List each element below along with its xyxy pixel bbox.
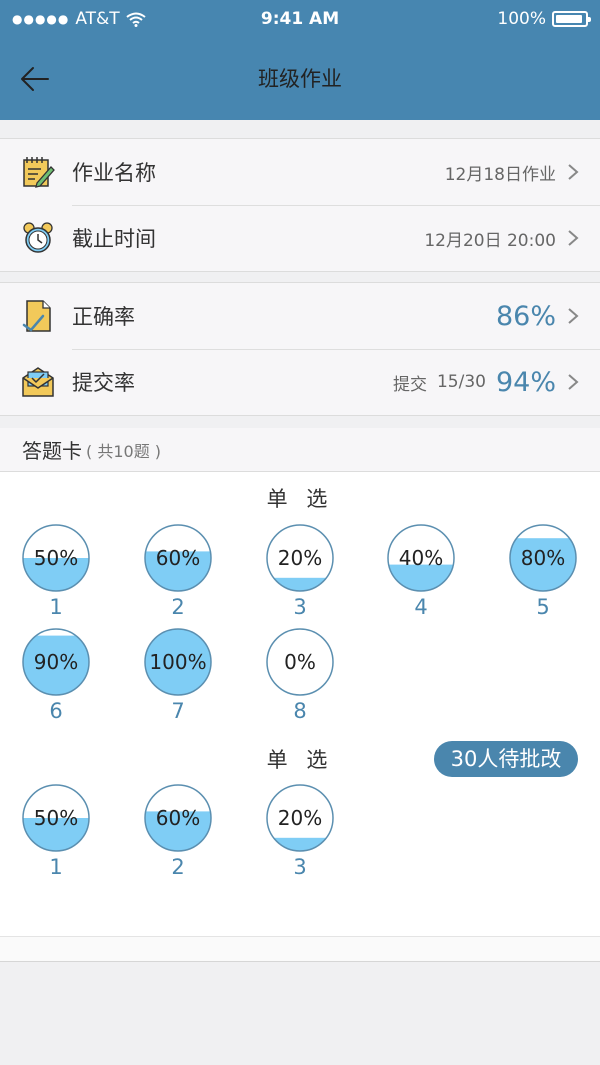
question-percent: 50% bbox=[34, 546, 78, 570]
info-section: 作业名称 12月18日作业 截止时间 12月20日 20:00 bbox=[0, 138, 600, 272]
question-percent: 60% bbox=[156, 546, 200, 570]
question-percent: 90% bbox=[34, 650, 78, 674]
row-label-deadline: 截止时间 bbox=[72, 227, 156, 251]
question-item[interactable]: 0% 8 bbox=[265, 627, 335, 723]
row-right-submission: 提交 15/30 94% bbox=[393, 349, 580, 415]
question-progress-circle: 100% bbox=[144, 628, 212, 696]
question-item[interactable]: 50% 1 bbox=[21, 783, 91, 879]
question-number: 1 bbox=[49, 855, 63, 879]
row-homework-name[interactable]: 作业名称 12月18日作业 bbox=[0, 139, 600, 205]
deadline-value: 12月20日 20:00 bbox=[424, 230, 556, 251]
stat-section: 正确率 86% 提交率 提交 15/30 94% bbox=[0, 282, 600, 416]
chevron-right-icon bbox=[568, 230, 579, 246]
row-label-homework-name: 作业名称 bbox=[72, 161, 156, 185]
chevron-right-icon bbox=[568, 374, 579, 390]
question-progress-circle: 20% bbox=[266, 784, 334, 852]
question-item[interactable]: 40% 4 bbox=[386, 523, 456, 619]
question-progress-circle: 60% bbox=[144, 784, 212, 852]
question-percent: 100% bbox=[149, 650, 206, 674]
row-right-accuracy: 86% bbox=[496, 283, 580, 349]
question-item[interactable]: 80% 5 bbox=[508, 523, 578, 619]
answer-card-count: ( 共10题 ) bbox=[86, 441, 162, 461]
question-item[interactable]: 20% 3 bbox=[265, 523, 335, 619]
row-label-accuracy: 正确率 bbox=[72, 305, 135, 329]
answer-card-header: 答题卡 ( 共10题 ) bbox=[0, 428, 600, 472]
row-right-deadline: 12月20日 20:00 bbox=[424, 205, 580, 271]
question-number: 3 bbox=[293, 855, 307, 879]
chevron-right-icon bbox=[568, 308, 579, 324]
submission-rate: 94% bbox=[495, 366, 556, 398]
pending-review-badge[interactable]: 30人待批改 bbox=[434, 741, 578, 777]
battery-icon bbox=[552, 11, 591, 27]
question-number: 1 bbox=[49, 595, 63, 619]
question-percent: 0% bbox=[284, 650, 316, 674]
page-title: 班级作业 bbox=[258, 67, 342, 91]
question-percent: 40% bbox=[399, 546, 443, 570]
group-title-1: 单 选 bbox=[266, 487, 334, 511]
row-submission[interactable]: 提交率 提交 15/30 94% bbox=[0, 349, 600, 415]
notepad-icon bbox=[20, 154, 56, 190]
envelope-icon bbox=[20, 364, 56, 400]
question-percent: 60% bbox=[156, 806, 200, 830]
question-item[interactable]: 60% 2 bbox=[143, 783, 213, 879]
question-number: 8 bbox=[293, 699, 307, 723]
question-progress-circle: 60% bbox=[144, 524, 212, 592]
question-progress-circle: 0% bbox=[266, 628, 334, 696]
question-item[interactable]: 50% 1 bbox=[21, 523, 91, 619]
nav-header: ●●●●● AT&T 9:41 AM 100% 班级作业 bbox=[0, 0, 600, 120]
question-number: 5 bbox=[536, 595, 550, 619]
question-fill bbox=[267, 837, 333, 851]
question-number: 3 bbox=[293, 595, 307, 619]
question-item[interactable]: 20% 3 bbox=[265, 783, 335, 879]
question-percent: 20% bbox=[278, 806, 322, 830]
question-progress-circle: 80% bbox=[509, 524, 577, 592]
question-number: 6 bbox=[49, 699, 63, 723]
question-item[interactable]: 100% 7 bbox=[143, 627, 213, 723]
question-progress-circle: 20% bbox=[266, 524, 334, 592]
chevron-right-icon bbox=[568, 164, 579, 180]
question-progress-circle: 90% bbox=[22, 628, 90, 696]
homework-name-value: 12月18日作业 bbox=[444, 164, 556, 185]
question-fill bbox=[267, 577, 333, 591]
document-check-icon bbox=[20, 298, 56, 334]
row-right-homework-name: 12月18日作业 bbox=[445, 139, 580, 205]
question-percent: 80% bbox=[521, 546, 565, 570]
question-item[interactable]: 90% 6 bbox=[21, 627, 91, 723]
submission-count: 15/30 bbox=[436, 372, 486, 392]
submission-prefix: 提交 bbox=[392, 374, 427, 395]
row-label-submission: 提交率 bbox=[72, 371, 135, 395]
answer-card-title: 答题卡 bbox=[22, 439, 82, 463]
battery-percent: 100% bbox=[497, 9, 546, 29]
accuracy-value: 86% bbox=[495, 300, 556, 332]
question-number: 4 bbox=[414, 595, 428, 619]
question-percent: 50% bbox=[34, 806, 78, 830]
status-bar: ●●●●● AT&T 9:41 AM 100% bbox=[0, 0, 600, 38]
question-number: 2 bbox=[171, 855, 185, 879]
row-deadline[interactable]: 截止时间 12月20日 20:00 bbox=[0, 205, 600, 271]
status-right: 100% bbox=[497, 9, 591, 29]
question-percent: 20% bbox=[278, 546, 322, 570]
question-progress-circle: 50% bbox=[22, 784, 90, 852]
card-bottom-divider bbox=[0, 936, 600, 962]
question-progress-circle: 50% bbox=[22, 524, 90, 592]
question-item[interactable]: 60% 2 bbox=[143, 523, 213, 619]
alarm-clock-icon bbox=[20, 220, 56, 256]
question-number: 7 bbox=[171, 699, 185, 723]
question-progress-circle: 40% bbox=[387, 524, 455, 592]
row-accuracy[interactable]: 正确率 86% bbox=[0, 283, 600, 349]
question-number: 2 bbox=[171, 595, 185, 619]
